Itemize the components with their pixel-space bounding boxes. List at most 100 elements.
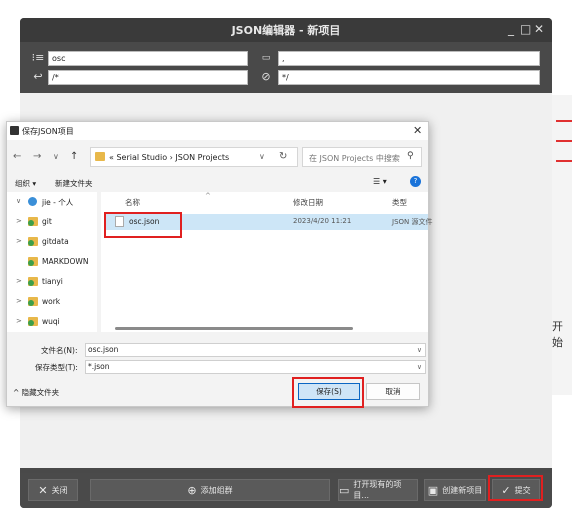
- sidebar-item-user[interactable]: ∨ jie - 个人: [7, 192, 97, 212]
- apply-label: 提交: [514, 485, 531, 495]
- search-placeholder: 在 JSON Projects 中搜索: [309, 154, 400, 163]
- chevron-icon: >: [16, 277, 22, 285]
- sidebar-item-tianyi[interactable]: > tianyi: [7, 272, 97, 292]
- folder-sync-icon: [28, 277, 38, 286]
- refresh-icon[interactable]: ↻: [279, 151, 287, 162]
- column-header-type[interactable]: 类型: [392, 197, 407, 208]
- cancel-button[interactable]: 取消: [366, 383, 420, 400]
- file-row[interactable]: osc.json 2023/4/20 11:21 JSON 源文件: [105, 214, 432, 230]
- project-title-icon: ⁝≡: [31, 51, 45, 64]
- add-group-button[interactable]: ⊕ 添加组群: [90, 479, 330, 501]
- sidebar-item-label: work: [42, 297, 61, 306]
- frame-end-field[interactable]: */: [278, 70, 540, 85]
- app-icon: [10, 126, 19, 135]
- check-icon: ✓: [501, 483, 511, 497]
- sort-indicator-icon: ^: [205, 192, 211, 200]
- sidebar-item-label: jie - 个人: [42, 198, 74, 207]
- create-new-label: 创建新项目: [442, 485, 483, 495]
- dialog-titlebar: 保存JSON项目 ✕: [7, 122, 428, 140]
- file-name: osc.json: [129, 217, 160, 226]
- organize-menu[interactable]: 组织 ▾: [15, 178, 36, 189]
- address-bar[interactable]: « Serial Studio › JSON Projects ∨ ↻: [90, 147, 298, 167]
- folder-sync-icon: [28, 317, 38, 326]
- sidebar-item-wuqi[interactable]: > wuqi: [7, 312, 97, 332]
- file-date: 2023/4/20 11:21: [293, 217, 352, 225]
- frame-start-field[interactable]: /*: [48, 70, 248, 85]
- filetype-label: 保存类型(T):: [35, 363, 78, 372]
- sidebar-item-work[interactable]: > work: [7, 292, 97, 312]
- back-icon[interactable]: ←: [13, 151, 21, 162]
- sidebar-item-git[interactable]: > git: [7, 212, 97, 232]
- filename-value: osc.json: [88, 345, 119, 354]
- chevron-icon: >: [16, 297, 22, 305]
- chevron-icon: >: [16, 217, 22, 225]
- maximize-button[interactable]: □: [520, 22, 531, 36]
- chevron-icon: >: [16, 237, 22, 245]
- background-text: 开始: [552, 320, 563, 349]
- folder-sync-icon: [28, 297, 38, 306]
- sidebar-item-label: git: [42, 217, 52, 226]
- help-icon[interactable]: ?: [410, 176, 421, 187]
- new-folder-button[interactable]: 新建文件夹: [55, 178, 93, 189]
- sidebar-item-label: tianyi: [42, 277, 63, 286]
- chevron-icon: ∨: [16, 197, 22, 205]
- sidebar-item-label: MARKDOWN: [42, 257, 89, 266]
- address-path: « Serial Studio › JSON Projects: [109, 153, 230, 162]
- save-dialog: 保存JSON项目 ✕ ← → ∨ ↑ « Serial Studio › JSO…: [6, 121, 432, 407]
- save-button[interactable]: 保存(S): [298, 383, 360, 400]
- editor-titlebar: JSON编辑器 - 新项目 _ □ ✕: [20, 18, 552, 42]
- horizontal-scrollbar[interactable]: [115, 327, 353, 330]
- close-window-button[interactable]: ✕: [534, 22, 544, 36]
- folder-sync-icon: [28, 257, 38, 266]
- search-icon: ⚲: [407, 151, 414, 161]
- dialog-close-button[interactable]: ✕: [413, 124, 422, 137]
- chevron-down-icon[interactable]: ∨: [417, 361, 422, 373]
- chevron-down-icon[interactable]: ∨: [417, 344, 422, 356]
- filename-input[interactable]: osc.json ∨: [85, 343, 426, 357]
- column-header-date[interactable]: 修改日期: [293, 197, 323, 208]
- folder-sync-icon: [28, 237, 38, 246]
- minimize-button[interactable]: _: [508, 22, 514, 36]
- sidebar-item-label: gitdata: [42, 237, 69, 246]
- add-group-label: 添加组群: [200, 485, 233, 495]
- project-title-field[interactable]: osc: [48, 51, 248, 66]
- search-box[interactable]: 在 JSON Projects 中搜索 ⚲: [302, 147, 422, 167]
- view-options-icon[interactable]: ☰ ▾: [373, 177, 387, 186]
- navigation-bar: ← → ∨ ↑ « Serial Studio › JSON Projects …: [7, 144, 428, 170]
- hide-folders-toggle[interactable]: ^ 隐藏文件夹: [13, 387, 59, 398]
- new-project-icon: ▣: [427, 483, 439, 497]
- dialog-title: 保存JSON项目: [22, 127, 74, 136]
- recent-locations-icon[interactable]: ∨: [53, 152, 59, 161]
- sidebar-item-gitdata[interactable]: > gitdata: [7, 232, 97, 252]
- separator-icon: ▭: [261, 53, 271, 63]
- close-label: 关闭: [51, 485, 68, 495]
- plus-circle-icon: ⊕: [187, 483, 197, 497]
- file-type: JSON 源文件: [392, 218, 433, 226]
- up-icon[interactable]: ↑: [70, 151, 78, 162]
- file-icon: [115, 216, 124, 227]
- forward-icon[interactable]: →: [33, 151, 41, 162]
- column-header-name[interactable]: 名称: [125, 197, 140, 208]
- frame-start-icon: ↩: [33, 70, 43, 83]
- background-marker: [556, 120, 572, 122]
- user-cloud-icon: [28, 197, 37, 206]
- chevron-icon: >: [16, 317, 22, 325]
- sidebar-item-markdown[interactable]: MARKDOWN: [7, 252, 97, 272]
- open-existing-button[interactable]: ▭ 打开现有的项目...: [338, 479, 418, 501]
- file-list: 名称 ^ 修改日期 类型 osc.json 2023/4/20 11:21 JS…: [101, 192, 432, 332]
- close-button[interactable]: ✕ 关闭: [28, 479, 78, 501]
- apply-button[interactable]: ✓ 提交: [492, 479, 540, 501]
- separator-field[interactable]: ,: [278, 51, 540, 66]
- filetype-select[interactable]: *.json ∨: [85, 360, 426, 374]
- editor-bottombar: ✕ 关闭 ⊕ 添加组群 ▭ 打开现有的项目... ▣ 创建新项目 ✓ 提交: [20, 473, 552, 508]
- screen: 开始 JSON编辑器 - 新项目 _ □ ✕ ⁝≡ osc ▭ , ↩ /* ⊘…: [0, 0, 572, 528]
- create-new-button[interactable]: ▣ 创建新项目: [424, 479, 486, 501]
- folder-icon: [95, 152, 105, 161]
- navigation-pane: ∨ jie - 个人 > git > gitdata MARKDOWN > ti…: [7, 192, 97, 332]
- chevron-down-icon[interactable]: ∨: [259, 152, 265, 161]
- folder-sync-icon: [28, 217, 38, 226]
- folder-icon: ▭: [339, 483, 350, 497]
- dialog-toolbar: 组织 ▾ 新建文件夹 ☰ ▾ ?: [7, 174, 428, 192]
- filename-label: 文件名(N):: [41, 346, 78, 355]
- close-icon: ✕: [38, 483, 48, 497]
